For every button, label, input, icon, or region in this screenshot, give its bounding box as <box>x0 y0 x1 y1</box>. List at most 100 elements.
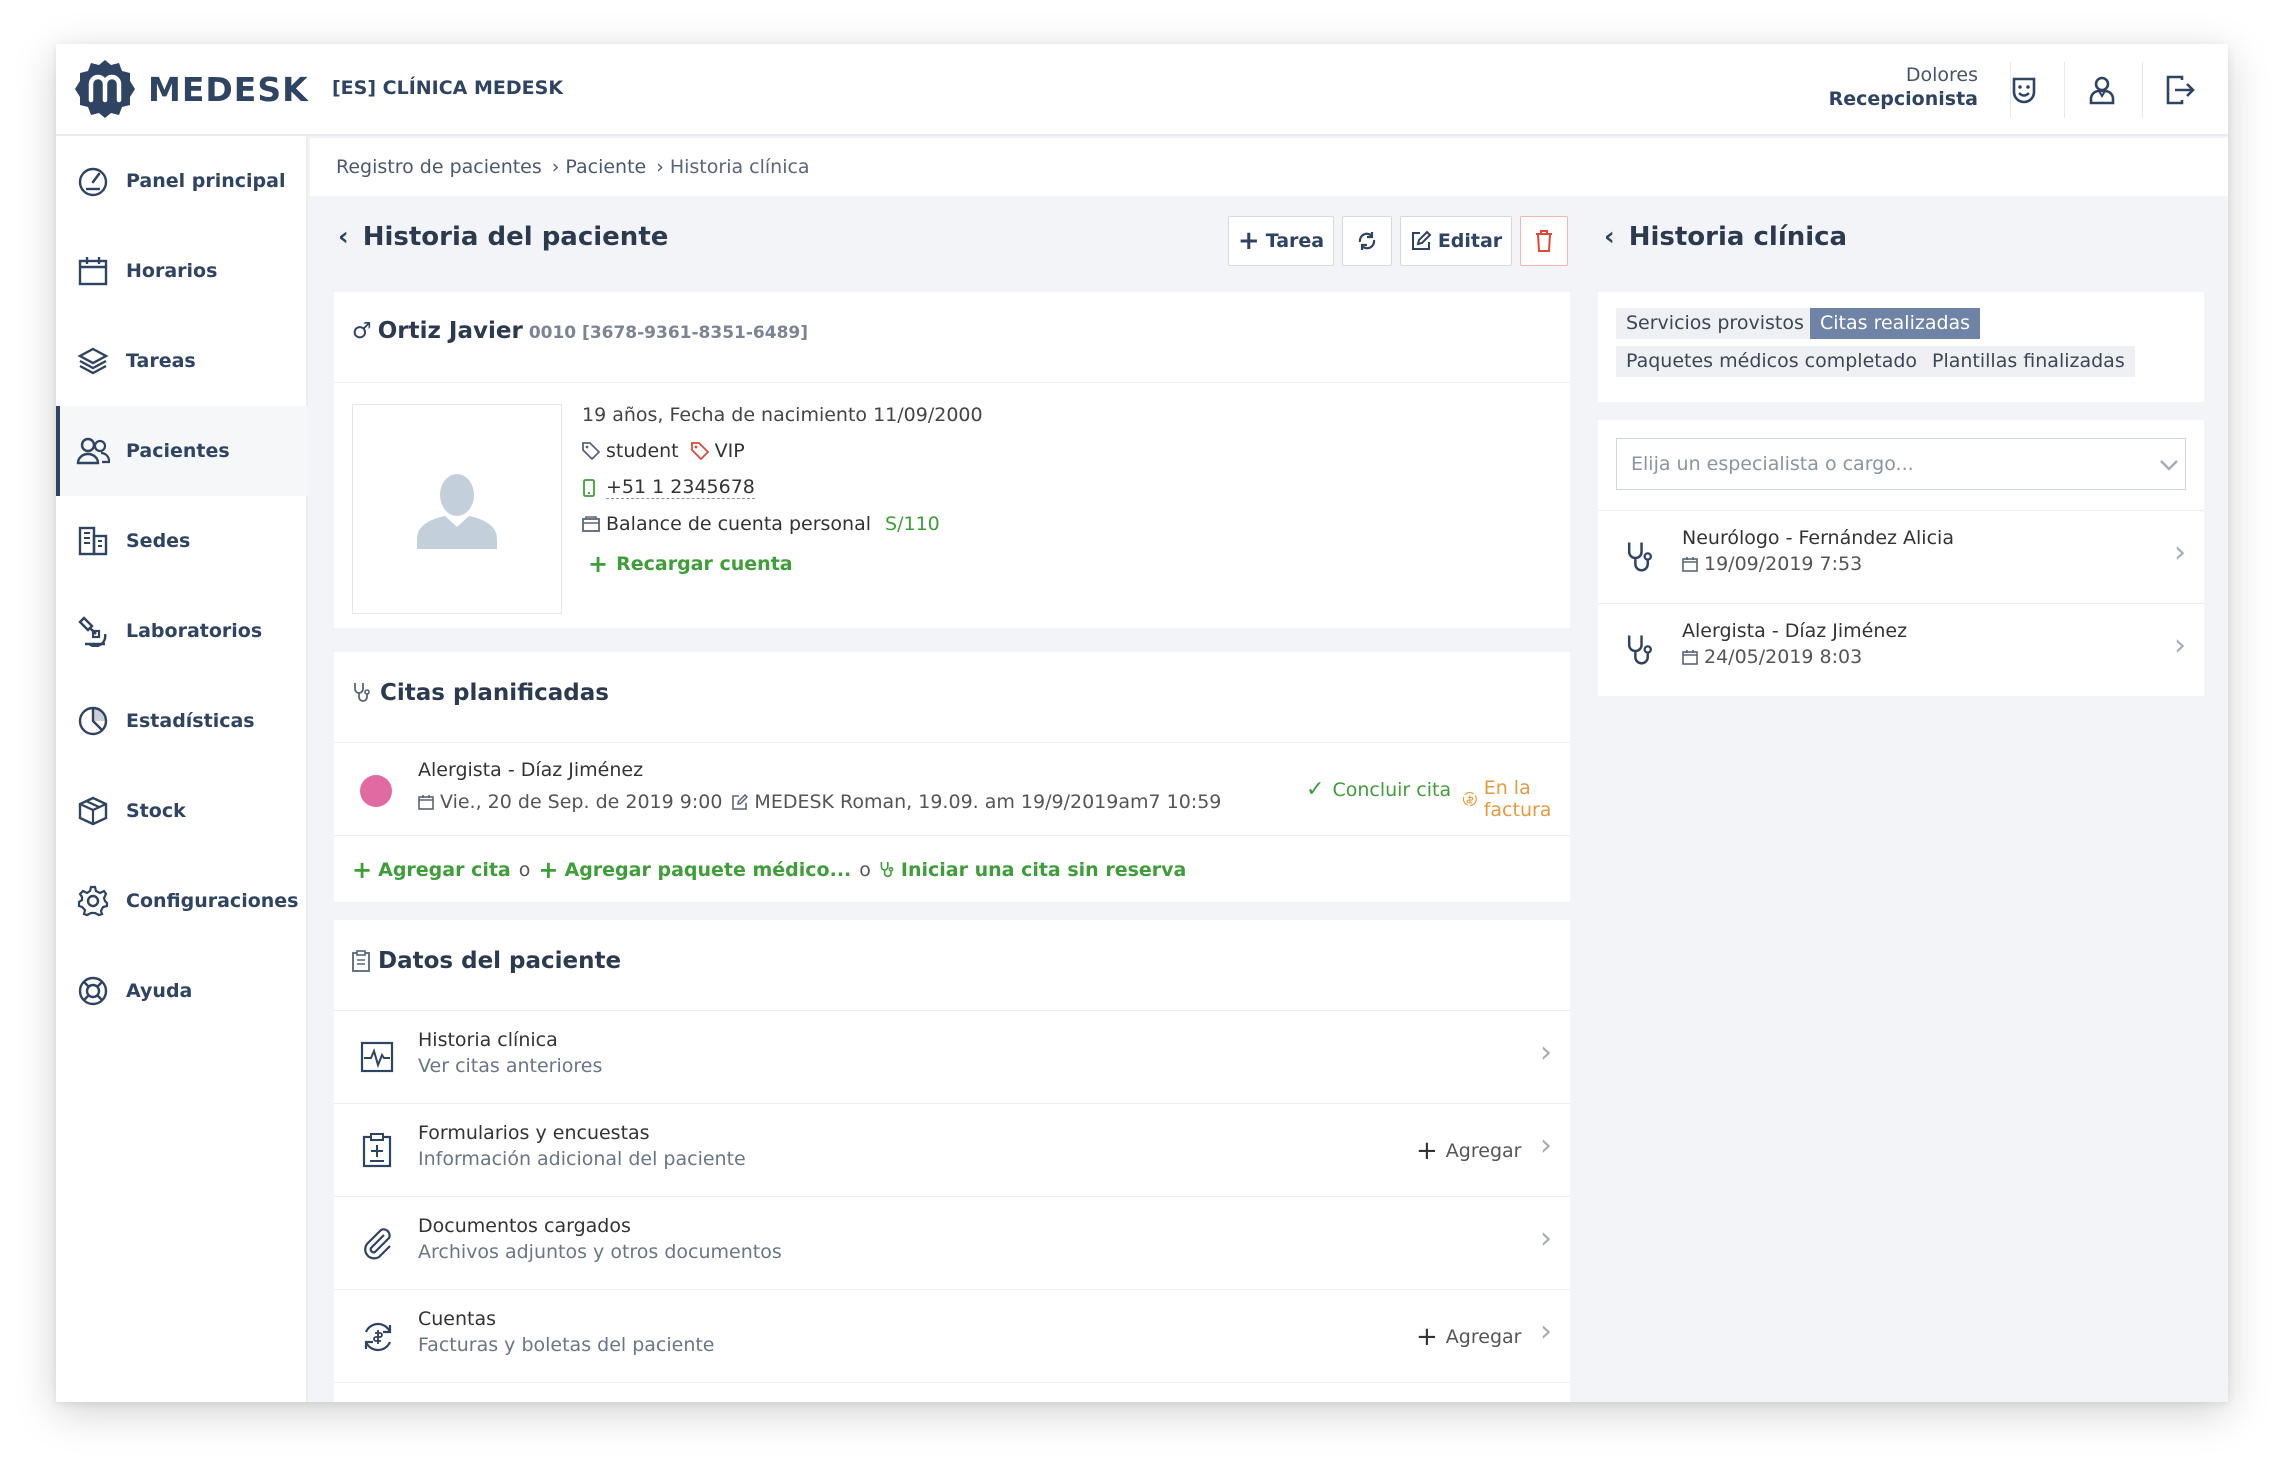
tag-citas-realizadas[interactable]: Citas realizadas <box>1810 308 1981 339</box>
data-row-subtitle: Información adicional del paciente <box>418 1148 746 1170</box>
doctor-button[interactable] <box>2078 66 2126 114</box>
appointment-row[interactable]: Alergista - Díaz Jiménez Vie., 20 de Sep… <box>334 743 1570 835</box>
visit-row[interactable]: Neurólogo - Fernández Alicia 19/09/2019 … <box>1598 511 2204 603</box>
sidebar-item-configuraciones[interactable]: Configuraciones <box>56 856 308 946</box>
add-account-label: Agregar <box>1445 1326 1522 1348</box>
dashboard-icon <box>78 167 108 197</box>
lab-icon <box>78 616 107 647</box>
appointment-title: Alergista - Díaz Jiménez <box>418 759 644 781</box>
add-appointment-label: Agregar cita <box>378 859 511 881</box>
patient-age: 19 años, Fecha de nacimiento 11/09/2000 <box>582 404 983 426</box>
calendar-small-icon <box>418 795 434 810</box>
plus-icon: + <box>538 856 559 884</box>
visit-date: 19/09/2019 7:53 <box>1704 553 1863 575</box>
right-panel-title-text: Historia clínica <box>1628 222 1848 252</box>
user-info[interactable]: Dolores Recepcionista <box>1829 64 1978 110</box>
start-walkin-label: Iniciar una cita sin reserva <box>900 859 1187 881</box>
planned-appointments-card: Citas planificadas Alergista - Díaz Jimé… <box>334 652 1570 902</box>
data-row-documentos[interactable]: Documentos cargados Archivos adjuntos y … <box>334 1197 1570 1289</box>
sync-button[interactable] <box>1342 216 1392 266</box>
paperclip-icon <box>364 1228 391 1260</box>
patient-data-header: Datos del paciente <box>352 948 621 974</box>
stethoscope-icon <box>1627 542 1652 572</box>
sidebar-item-label: Panel principal <box>126 170 286 192</box>
add-task-button[interactable]: + Tarea <box>1228 216 1334 266</box>
tag-servicios-provistos[interactable]: Servicios provistos <box>1616 308 1814 339</box>
data-row-formularios[interactable]: Formularios y encuestas Información adic… <box>334 1104 1570 1196</box>
logout-icon <box>2166 75 2195 105</box>
page-title-text: Historia del paciente <box>362 222 669 252</box>
male-icon: ♂ <box>352 319 372 344</box>
breadcrumb-link-paciente[interactable]: Paciente <box>565 156 646 178</box>
patient-header: ♂ Ortiz Javier 0010 [3678-9361-8351-6489… <box>352 318 808 344</box>
or-text: o <box>518 859 531 881</box>
pie-chart-icon <box>78 706 108 736</box>
sidebar-item-label: Configuraciones <box>126 890 299 912</box>
start-walkin-link[interactable]: Iniciar una cita sin reserva <box>879 859 1186 881</box>
patient-data-title: Datos del paciente <box>378 948 622 974</box>
sidebar-item-tareas[interactable]: Tareas <box>56 316 308 406</box>
edit-small-icon <box>732 794 749 810</box>
chevron-right-icon: › <box>1540 1314 1552 1349</box>
add-form-button[interactable]: + Agregar <box>1416 1136 1521 1166</box>
building-icon <box>78 526 108 556</box>
sidebar-item-estadisticas[interactable]: Estadísticas <box>56 676 308 766</box>
data-row-title: Cuentas <box>418 1308 497 1330</box>
appointment-meta: Vie., 20 de Sep. de 2019 9:00 MEDESK Rom… <box>418 791 1221 813</box>
sidebar-item-panel[interactable]: Panel principal <box>56 136 308 226</box>
phone-number[interactable]: +51 1 2345678 <box>606 476 755 499</box>
back-chevron-icon[interactable]: ‹ <box>1604 222 1615 252</box>
edit-button[interactable]: Editar <box>1400 216 1512 266</box>
stethoscope-green-icon <box>880 862 894 878</box>
clipboard-icon <box>352 950 370 972</box>
add-appointment-link[interactable]: + Agregar cita <box>352 856 511 884</box>
back-chevron-icon[interactable]: ‹ <box>338 222 349 252</box>
tag-paquetes-medicos[interactable]: Paquetes médicos completado <box>1616 346 1928 377</box>
breadcrumb-link-registro[interactable]: Registro de pacientes <box>336 156 542 178</box>
edit-label: Editar <box>1437 230 1503 252</box>
patient-phone[interactable]: +51 1 2345678 <box>582 476 755 499</box>
box-icon <box>78 796 108 826</box>
specialist-select[interactable]: Elija un especialista o cargo... <box>1616 438 2186 490</box>
chevron-right-icon: › <box>2174 628 2186 663</box>
visit-row[interactable]: Alergista - Díaz Jiménez 24/05/2019 8:03… <box>1598 604 2204 696</box>
appointment-note: MEDESK Roman, 19.09. am 19/9/2019am7 10:… <box>754 791 1222 813</box>
avatar-icon <box>417 474 497 549</box>
logo[interactable]: MEDESK <box>74 58 309 120</box>
face-button[interactable] <box>2000 66 2048 114</box>
data-row-historia[interactable]: Historia clínica Ver citas anteriores › <box>334 1011 1570 1103</box>
medesk-logo-icon <box>75 60 135 118</box>
users-icon <box>76 437 110 465</box>
chevron-right-icon: › <box>2174 535 2186 570</box>
sidebar-item-ayuda[interactable]: Ayuda <box>56 946 308 1036</box>
logout-button[interactable] <box>2156 66 2204 114</box>
data-row-cuentas[interactable]: Cuentas Facturas y boletas del paciente … <box>334 1290 1570 1382</box>
clinic-name[interactable]: [ES] CLÍNICA MEDESK <box>332 77 563 99</box>
add-account-button[interactable]: + Agregar <box>1416 1322 1521 1352</box>
breadcrumb-current: Historia clínica <box>669 156 810 178</box>
conclude-appointment-button[interactable]: ✓ Concluir cita <box>1306 777 1451 802</box>
sidebar-item-laboratorios[interactable]: Laboratorios <box>56 586 308 676</box>
edit-icon <box>1411 230 1432 250</box>
add-package-link[interactable]: + Agregar paquete médico... <box>538 856 851 884</box>
tag-plantillas-finalizadas[interactable]: Plantillas finalizadas <box>1922 346 2135 377</box>
patient-photo[interactable] <box>352 404 562 614</box>
sidebar-item-horarios[interactable]: Horarios <box>56 226 308 316</box>
invoice-status[interactable]: En la factura <box>1462 777 1570 821</box>
appointment-date: Vie., 20 de Sep. de 2019 9:00 <box>440 791 723 813</box>
sidebar-item-label: Ayuda <box>126 980 193 1002</box>
recharge-label: Recargar cuenta <box>616 553 793 575</box>
tag-student: student <box>606 440 679 462</box>
visits-card: Elija un especialista o cargo... Neurólo… <box>1598 420 2204 696</box>
trash-icon <box>1536 230 1552 252</box>
delete-button[interactable] <box>1520 216 1568 266</box>
visit-date: 24/05/2019 8:03 <box>1704 646 1863 668</box>
add-task-label: Tarea <box>1265 230 1325 252</box>
sidebar-item-sedes[interactable]: Sedes <box>56 496 308 586</box>
plus-icon: + <box>352 856 373 884</box>
sidebar-item-pacientes[interactable]: Pacientes <box>56 406 308 496</box>
plus-icon: + <box>1237 226 1260 256</box>
sidebar-item-stock[interactable]: Stock <box>56 766 308 856</box>
recharge-account-link[interactable]: + Recargar cuenta <box>588 550 793 578</box>
divider <box>2064 62 2065 118</box>
